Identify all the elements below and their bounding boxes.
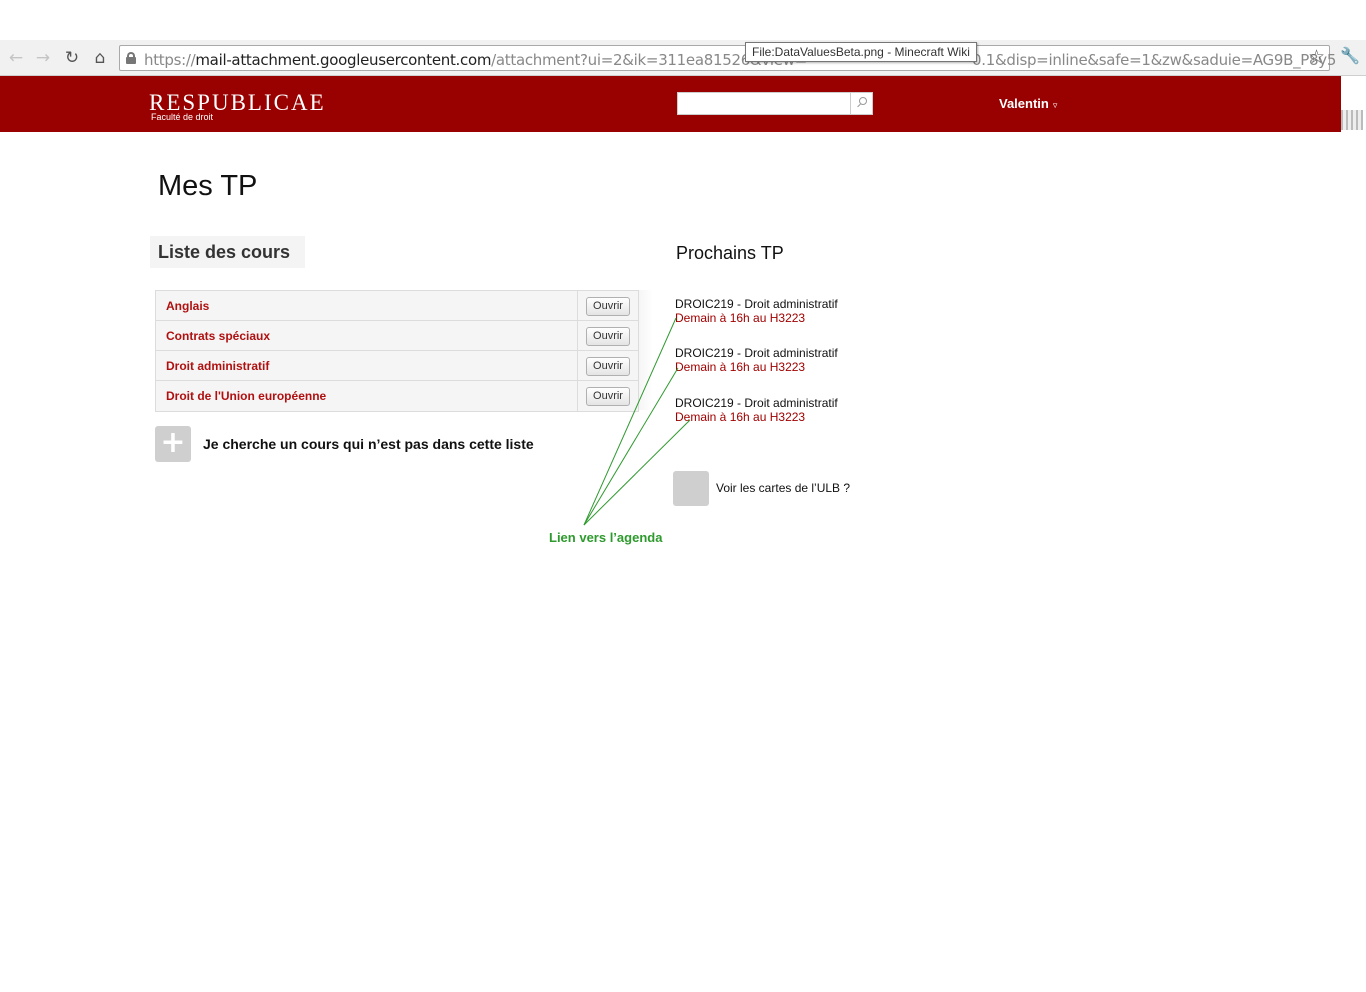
page: ← → ↻ ⌂ https://mail-attachment.googleus…: [0, 0, 1366, 992]
user-name: Valentin: [999, 96, 1049, 111]
upcoming-when[interactable]: Demain à 16h au H3223: [675, 360, 838, 374]
course-link[interactable]: Droit de l'Union européenne: [166, 389, 326, 403]
cell-divider: [577, 291, 578, 321]
lock-icon: [126, 52, 136, 64]
map-link[interactable]: Voir les cartes de l’ULB ?: [716, 481, 850, 495]
browser-titlebar: [0, 0, 1366, 40]
course-row: Anglais Ouvrir: [156, 291, 638, 321]
upcoming-title: Prochains TP: [676, 243, 784, 263]
user-menu[interactable]: Valentin ▿: [999, 96, 1057, 111]
browser-toolbar: ← → ↻ ⌂ https://mail-attachment.googleus…: [0, 40, 1366, 76]
upcoming-course: DROIC219 - Droit administratif: [675, 396, 838, 410]
home-icon[interactable]: ⌂: [90, 48, 110, 68]
cell-divider: [577, 351, 578, 381]
page-title: Mes TP: [158, 170, 258, 202]
course-link[interactable]: Droit administratif: [166, 359, 269, 373]
course-link[interactable]: Contrats spéciaux: [166, 329, 270, 343]
reload-icon[interactable]: ↻: [62, 48, 82, 68]
url-text: https://mail-attachment.googleuserconten…: [144, 51, 807, 69]
search-box: [677, 92, 873, 115]
forward-icon[interactable]: →: [33, 48, 53, 68]
upcoming-item[interactable]: DROIC219 - Droit administratif Demain à …: [675, 297, 838, 325]
tab-tooltip: File:DataValuesBeta.png - Minecraft Wiki: [745, 42, 977, 62]
back-icon[interactable]: ←: [6, 48, 26, 68]
courses-heading: Liste des cours: [150, 236, 305, 268]
upcoming-course: DROIC219 - Droit administratif: [675, 297, 838, 311]
upcoming-when[interactable]: Demain à 16h au H3223: [675, 311, 838, 325]
chevron-down-icon: ▿: [1052, 101, 1058, 111]
courses-heading-label: Liste des cours: [158, 242, 291, 262]
upcoming-course: DROIC219 - Droit administratif: [675, 346, 838, 360]
upcoming-item[interactable]: DROIC219 - Droit administratif Demain à …: [675, 346, 838, 374]
course-row: Droit administratif Ouvrir: [156, 351, 638, 381]
site-header: RESPUBLICAE Faculté de droit Valentin ▿: [0, 76, 1341, 132]
wrench-icon[interactable]: 🔧: [1340, 46, 1360, 65]
open-course-button[interactable]: Ouvrir: [586, 297, 630, 316]
url-path-end: 0.1&disp=inline&safe=1&zw&saduie=AG9B_P8…: [972, 51, 1337, 69]
table-fade: [639, 290, 653, 410]
cell-divider: [577, 381, 578, 411]
search-divider: [850, 93, 851, 114]
course-link[interactable]: Anglais: [166, 299, 209, 313]
course-row: Contrats spéciaux Ouvrir: [156, 321, 638, 351]
open-course-button[interactable]: Ouvrir: [586, 357, 630, 376]
site-logo-subtitle: Faculté de droit: [151, 112, 214, 122]
site-logo[interactable]: RESPUBLICAE: [149, 91, 326, 114]
course-row: Droit de l'Union européenne Ouvrir: [156, 381, 638, 411]
url-host: mail-attachment.googleusercontent.com: [195, 51, 492, 69]
map-icon[interactable]: [673, 471, 709, 506]
open-course-button[interactable]: Ouvrir: [586, 387, 630, 406]
annotation-label: Lien vers l’agenda: [549, 530, 663, 545]
add-course-label[interactable]: Je cherche un cours qui n’est pas dans c…: [203, 436, 534, 452]
open-course-button[interactable]: Ouvrir: [586, 327, 630, 346]
upcoming-when[interactable]: Demain à 16h au H3223: [675, 410, 838, 424]
scrollbar[interactable]: [1341, 110, 1363, 130]
url-scheme: https://: [144, 51, 196, 69]
upcoming-item[interactable]: DROIC219 - Droit administratif Demain à …: [675, 396, 838, 424]
address-bar[interactable]: https://mail-attachment.googleuserconten…: [119, 45, 1336, 71]
add-course-icon[interactable]: +: [155, 426, 191, 462]
course-list: Anglais Ouvrir Contrats spéciaux Ouvrir …: [155, 290, 639, 412]
star-icon[interactable]: ☆: [1308, 46, 1325, 68]
search-icon[interactable]: [855, 96, 869, 110]
cell-divider: [577, 321, 578, 351]
search-input[interactable]: [680, 94, 848, 113]
